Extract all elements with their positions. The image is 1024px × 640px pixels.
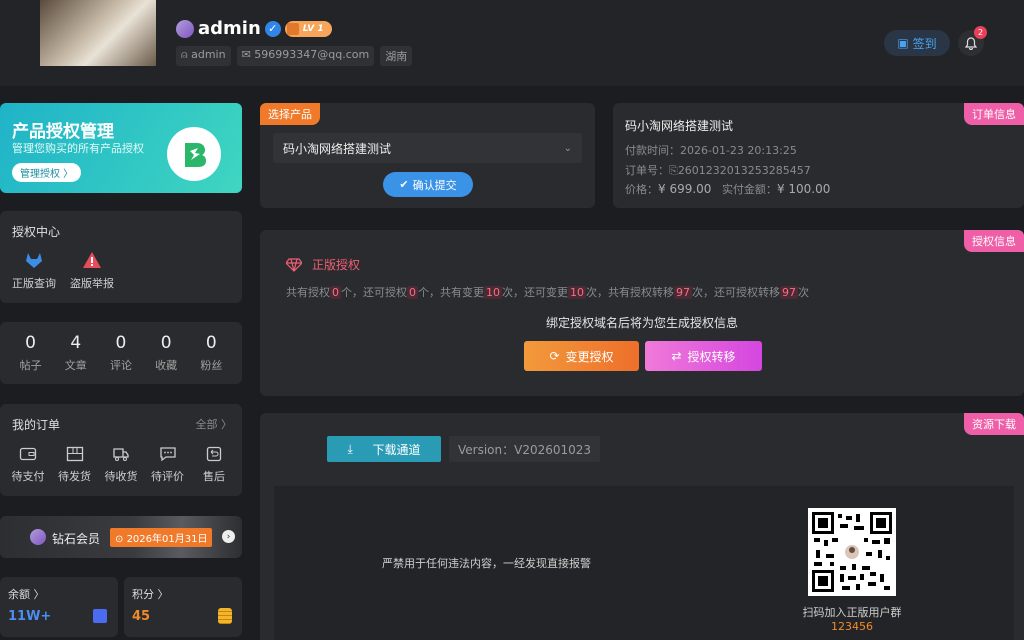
order-after-sales[interactable]: 售后 bbox=[194, 446, 234, 484]
balance-value: 11W+ bbox=[8, 609, 52, 624]
shield-icon bbox=[286, 22, 299, 35]
notification-count: 2 bbox=[974, 26, 987, 39]
check-icon: ✔ bbox=[399, 178, 409, 191]
promo-title: 产品授权管理 bbox=[12, 122, 114, 142]
wallet-badge-icon bbox=[93, 609, 107, 623]
license-title: 正版授权 bbox=[286, 256, 360, 273]
avatar[interactable] bbox=[40, 0, 156, 66]
manage-license-button[interactable]: 管理授权 〉 bbox=[12, 163, 82, 182]
legal-warning: 严禁用于任何违法内容，一经发现直接报警 bbox=[382, 557, 591, 570]
order-info-panel: 订单信息 码小淘网络搭建测试 付款时间：2026-01-23 20:13:25 … bbox=[613, 103, 1024, 208]
product-select-panel: 选择产品 码小淘网络搭建测试 ⌄ ✔ 确认提交 bbox=[260, 103, 595, 208]
points-card[interactable]: 积分 〉 45 bbox=[124, 577, 242, 637]
order-pending-shipment[interactable]: 待发货 bbox=[55, 446, 95, 484]
promo-subtitle: 管理您购买的所有产品授权 bbox=[12, 142, 144, 155]
chat-icon bbox=[159, 447, 176, 462]
license-summary: 共有授权 0 个，还可授权 0 个，共有变更 10 次，还可变更 10 次，共有授权转移 97 次，… bbox=[286, 286, 809, 299]
return-icon bbox=[206, 446, 222, 462]
gem-icon bbox=[286, 257, 302, 272]
order-pending-payment[interactable]: 待支付 bbox=[8, 446, 48, 484]
stat-posts[interactable]: 0 帖子 bbox=[20, 333, 42, 373]
level-badge: LV 1 bbox=[284, 20, 332, 37]
points-title: 积分 〉 bbox=[132, 588, 169, 601]
bell-icon bbox=[965, 36, 977, 50]
license-info-panel: 授权信息 正版授权 共有授权 0 个，还可授权 0 个，共有变更 10 次，还可变更 10 次，… bbox=[260, 230, 1024, 396]
auth-center-panel: 授权中心 正版查询 盗版举报 bbox=[0, 211, 242, 303]
confirm-submit-button[interactable]: ✔ 确认提交 bbox=[383, 172, 473, 197]
box-icon bbox=[66, 446, 83, 462]
transfer-license-button[interactable]: ⇄ 授权转移 bbox=[645, 341, 762, 371]
download-button[interactable]: ⤓ 下载通道 bbox=[327, 436, 441, 462]
gitlab-icon bbox=[26, 253, 42, 268]
order-info-tag: 订单信息 bbox=[964, 103, 1024, 125]
signin-button[interactable]: ▣ 签到 bbox=[884, 30, 950, 56]
stat-articles[interactable]: 4 文章 bbox=[65, 333, 87, 373]
vip-label: 钻石会员 bbox=[52, 532, 101, 546]
stat-followers[interactable]: 0 粉丝 bbox=[200, 333, 222, 373]
points-value: 45 bbox=[132, 609, 151, 624]
change-license-button[interactable]: ⟳ 变更授权 bbox=[524, 341, 639, 371]
order-product-name: 码小淘网络搭建测试 bbox=[625, 119, 734, 133]
coins-icon bbox=[218, 608, 232, 624]
meta-email: ✉ 596993347@qq.com bbox=[236, 46, 375, 66]
qr-group-number: 123456 bbox=[831, 620, 873, 633]
vip-banner[interactable]: 钻石会员 ⊙ 2026年01月31日 › bbox=[0, 516, 242, 558]
genuine-query-button[interactable]: 正版查询 bbox=[12, 251, 56, 291]
notification-button[interactable]: 2 bbox=[958, 26, 987, 56]
stats-panel: 0 帖子 4 文章 0 评论 0 收藏 0 粉丝 bbox=[0, 322, 242, 384]
download-panel: 资源下载 ⤓ 下载通道 Version：V202601023 严禁用于任何违法内… bbox=[260, 413, 1024, 640]
copy-icon: ⎘ bbox=[669, 164, 678, 177]
orders-all-link[interactable]: 全部 〉 bbox=[196, 416, 233, 432]
download-tag: 资源下载 bbox=[964, 413, 1024, 435]
meta-region: 湖南 bbox=[380, 46, 413, 66]
piracy-report-button[interactable]: 盗版举报 bbox=[68, 251, 116, 291]
balance-title: 余额 〉 bbox=[8, 588, 45, 601]
stat-comments[interactable]: 0 评论 bbox=[110, 333, 132, 373]
license-notice: 绑定授权域名后将为您生成授权信息 bbox=[545, 316, 738, 330]
auth-center-title: 授权中心 bbox=[12, 225, 61, 239]
qr-caption: 扫码加入正版用户群 bbox=[802, 606, 902, 619]
refresh-icon: ⟳ bbox=[549, 349, 560, 363]
download-icon: ⤓ bbox=[347, 441, 353, 456]
swap-icon: ⇄ bbox=[671, 349, 682, 363]
chevron-down-icon: ⌄ bbox=[563, 142, 572, 154]
username: admin bbox=[198, 18, 261, 39]
profile-header: admin ✓ LV 1 ⍝ admin ✉ 596993347@qq.com … bbox=[0, 0, 1024, 86]
verified-icon: ✓ bbox=[264, 20, 281, 37]
warning-icon bbox=[83, 252, 101, 268]
stat-favorites[interactable]: 0 收藏 bbox=[155, 333, 177, 373]
download-content: 严禁用于任何违法内容，一经发现直接报警 扫码加入正版用户群 123456 bbox=[274, 486, 1014, 640]
product-tag: 选择产品 bbox=[260, 103, 320, 125]
wallet-icon bbox=[19, 447, 37, 461]
vip-diamond-icon bbox=[176, 19, 194, 38]
diamond-icon bbox=[30, 529, 46, 545]
meta-user: ⍝ admin bbox=[176, 46, 231, 66]
order-price: 价格：¥ 699.00 实付金额：¥ 100.00 bbox=[625, 182, 831, 196]
orders-title: 我的订单 bbox=[12, 418, 61, 432]
license-promo-card: 产品授权管理 管理您购买的所有产品授权 管理授权 〉 bbox=[0, 103, 242, 193]
product-select[interactable]: 码小淘网络搭建测试 ⌄ bbox=[273, 133, 582, 163]
orders-panel: 我的订单 全部 〉 待支付 待发货 待收货 待评价 售后 bbox=[0, 404, 242, 496]
vip-expiry: ⊙ 2026年01月31日 bbox=[110, 528, 213, 547]
order-number: 订单号：⎘2601232013253285457 bbox=[625, 164, 811, 177]
truck-icon bbox=[113, 448, 129, 461]
order-pay-time: 付款时间：2026-01-23 20:13:25 bbox=[625, 144, 797, 157]
vip-arrow-icon[interactable]: › bbox=[222, 530, 235, 543]
balance-card[interactable]: 余额 〉 11W+ bbox=[0, 577, 118, 637]
order-pending-review[interactable]: 待评价 bbox=[148, 446, 188, 484]
version-label: Version：V202601023 bbox=[449, 436, 601, 462]
order-pending-receipt[interactable]: 待收货 bbox=[101, 446, 141, 484]
license-info-tag: 授权信息 bbox=[964, 230, 1024, 252]
calendar-icon: ▣ bbox=[897, 36, 909, 50]
brand-logo-icon bbox=[167, 127, 221, 181]
qr-code[interactable] bbox=[808, 508, 896, 596]
